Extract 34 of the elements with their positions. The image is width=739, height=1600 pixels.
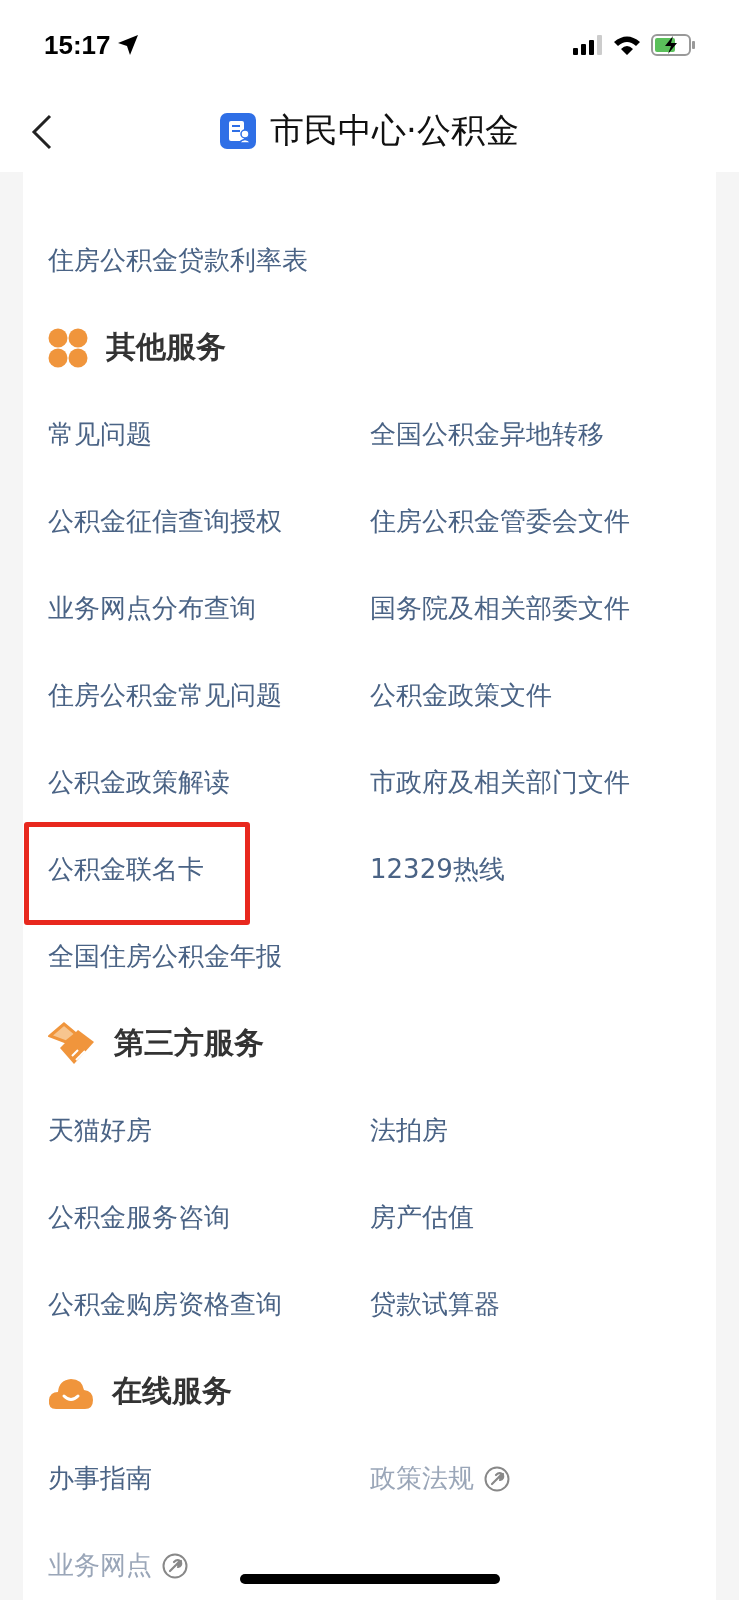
handshake-icon [48,1021,96,1066]
service-link[interactable]: 公积金联名卡 [48,852,204,887]
section-title: 第三方服务 [114,1024,264,1062]
service-link[interactable]: 市政府及相关部门文件 [370,765,630,800]
back-icon[interactable] [30,114,54,150]
document-person-icon [220,113,257,149]
service-link[interactable]: 全国住房公积金年报 [48,939,282,974]
service-link[interactable]: 房产估值 [370,1200,474,1235]
location-arrow-icon [116,34,139,56]
section-title: 其他服务 [106,328,226,366]
service-link[interactable]: 公积金服务咨询 [48,1200,230,1235]
service-link[interactable]: 办事指南 [48,1461,152,1496]
service-link[interactable]: 公积金政策文件 [370,678,552,713]
section-title: 在线服务 [112,1372,232,1410]
service-link[interactable]: 常见问题 [48,417,152,452]
service-link[interactable]: 公积金购房资格查询 [48,1287,282,1322]
battery-charging-icon [651,34,695,56]
signal-icon [573,35,603,55]
service-link[interactable]: 法拍房 [370,1113,448,1148]
page-title: 市民中心·公积金 [270,109,519,152]
service-link[interactable]: 住房公积金常见问题 [48,678,282,713]
service-link[interactable]: 12329热线 [370,852,505,887]
service-link[interactable]: 公积金征信查询授权 [48,504,282,539]
service-link[interactable]: 业务网点分布查询 [48,591,256,626]
service-link[interactable]: 住房公积金贷款利率表 [48,243,308,278]
service-link[interactable]: 全国公积金异地转移 [370,417,604,452]
service-link[interactable]: 国务院及相关部委文件 [370,591,630,626]
service-link[interactable]: 贷款试算器 [370,1287,500,1322]
service-link[interactable]: 公积金政策解读 [48,765,230,800]
wifi-icon [613,35,641,55]
service-link[interactable]: 天猫好房 [48,1113,152,1148]
service-link[interactable]: 住房公积金管委会文件 [370,504,630,539]
clover-icon [48,327,88,368]
status-time: 15:17 [44,29,111,61]
